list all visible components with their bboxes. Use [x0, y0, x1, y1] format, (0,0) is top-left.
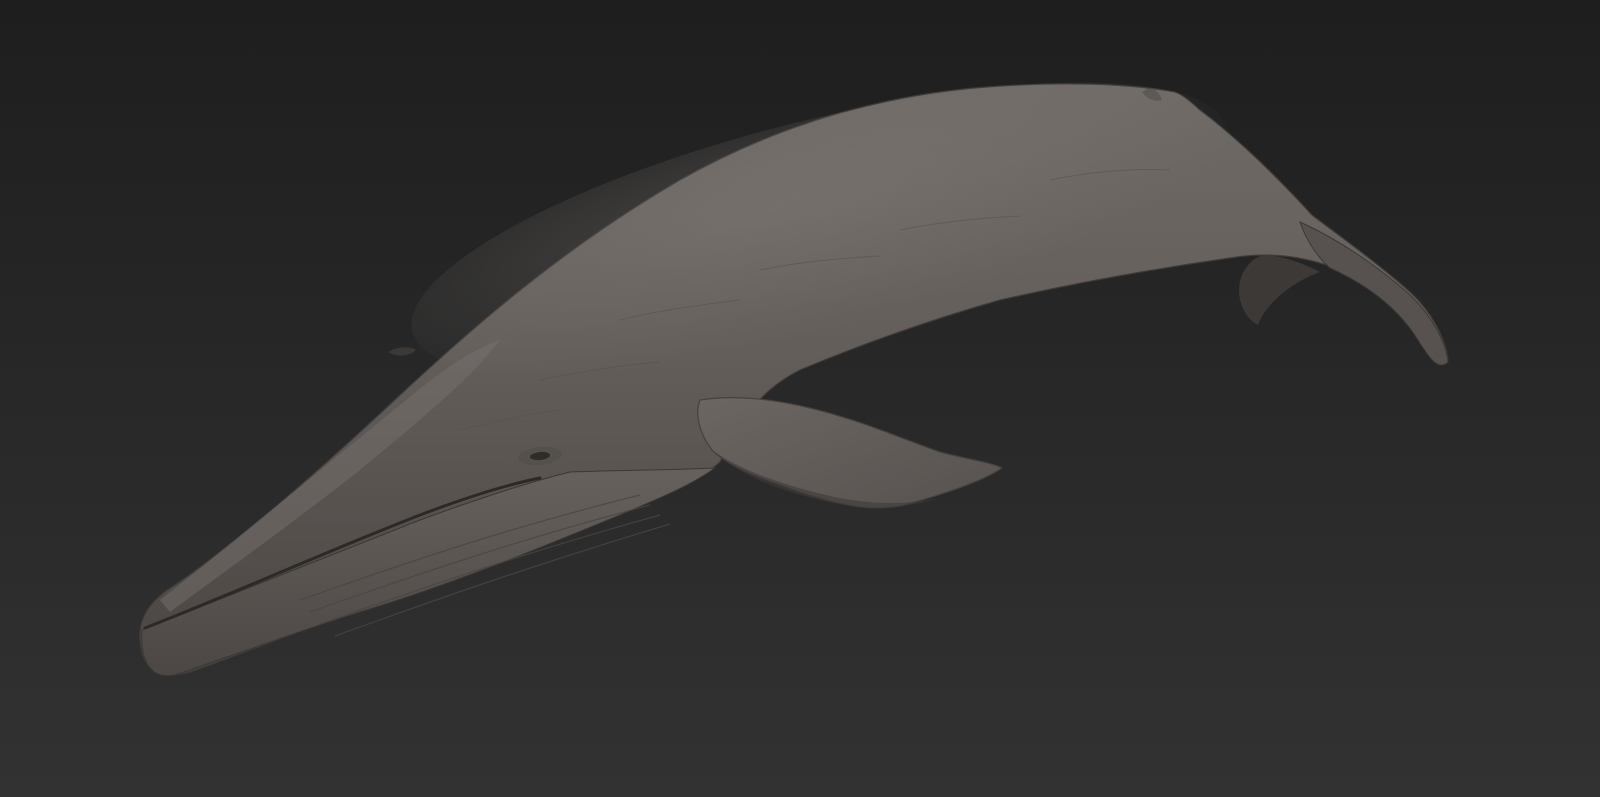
- whale-model: [139, 82, 1449, 677]
- tail-fluke-back: [1239, 255, 1320, 325]
- body-sheen: [411, 82, 1229, 378]
- pectoral-fin: [697, 397, 1004, 509]
- blowhole: [388, 347, 416, 356]
- tail-fluke-front: [1299, 221, 1449, 366]
- render-viewport[interactable]: [0, 0, 1600, 797]
